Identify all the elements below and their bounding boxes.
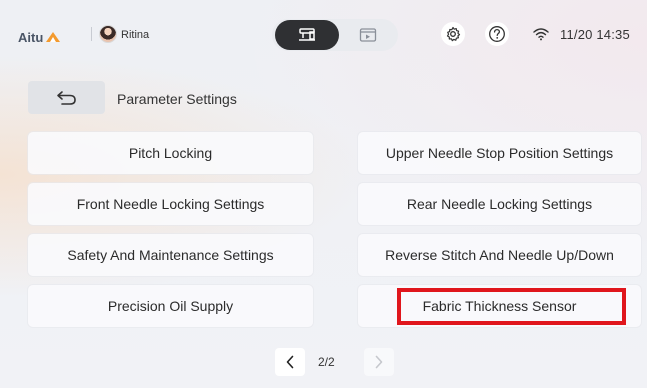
app-screen: Aitu Ritina 11/20 14:35 Parameter Settin… [0, 0, 647, 388]
top-bar: Aitu Ritina 11/20 14:35 [0, 0, 647, 66]
setting-label: Safety And Maintenance Settings [67, 247, 274, 263]
user-name[interactable]: Ritina [121, 29, 149, 41]
help-button[interactable] [485, 22, 509, 46]
setting-label: Precision Oil Supply [107, 298, 234, 314]
pitch-locking-button[interactable]: Pitch Locking [28, 132, 313, 174]
header-divider [91, 27, 92, 41]
upper-needle-stop-position-button[interactable]: Upper Needle Stop Position Settings [358, 132, 641, 174]
back-arrow-icon [56, 90, 76, 105]
sewing-machine-icon [299, 28, 315, 41]
setting-label: Upper Needle Stop Position Settings [385, 145, 614, 161]
setting-label: Pitch Locking [128, 145, 213, 161]
clock: 11/20 14:35 [560, 27, 630, 42]
mode-sewing-button[interactable] [275, 20, 339, 50]
safety-maintenance-button[interactable]: Safety And Maintenance Settings [28, 234, 313, 276]
brand-logo: Aitu [18, 28, 61, 46]
reverse-stitch-needle-button[interactable]: Reverse Stitch And Needle Up/Down [358, 234, 641, 276]
page-title: Parameter Settings [117, 91, 237, 107]
brand-name: Aitu [18, 29, 44, 45]
question-icon [489, 26, 505, 42]
gear-icon [446, 26, 461, 42]
precision-oil-supply-button[interactable]: Precision Oil Supply [28, 285, 313, 327]
mode-video-button[interactable] [339, 20, 397, 50]
chevron-right-icon [375, 355, 383, 369]
setting-label: Fabric Thickness Sensor [422, 298, 577, 314]
wifi-icon [533, 28, 549, 41]
video-icon [359, 28, 377, 42]
settings-button[interactable] [441, 22, 465, 46]
front-needle-locking-button[interactable]: Front Needle Locking Settings [28, 183, 313, 225]
setting-label: Reverse Stitch And Needle Up/Down [385, 247, 614, 263]
next-page-button[interactable] [364, 348, 394, 376]
back-button[interactable] [28, 81, 105, 114]
brand-mark-icon [46, 32, 61, 42]
setting-label: Rear Needle Locking Settings [406, 196, 593, 212]
chevron-left-icon [286, 355, 294, 369]
rear-needle-locking-button[interactable]: Rear Needle Locking Settings [358, 183, 641, 225]
fabric-thickness-sensor-button[interactable]: Fabric Thickness Sensor [358, 285, 641, 327]
setting-label: Front Needle Locking Settings [76, 196, 265, 212]
previous-page-button[interactable] [275, 348, 305, 376]
avatar[interactable] [99, 25, 117, 43]
page-indicator: 2/2 [318, 355, 335, 369]
